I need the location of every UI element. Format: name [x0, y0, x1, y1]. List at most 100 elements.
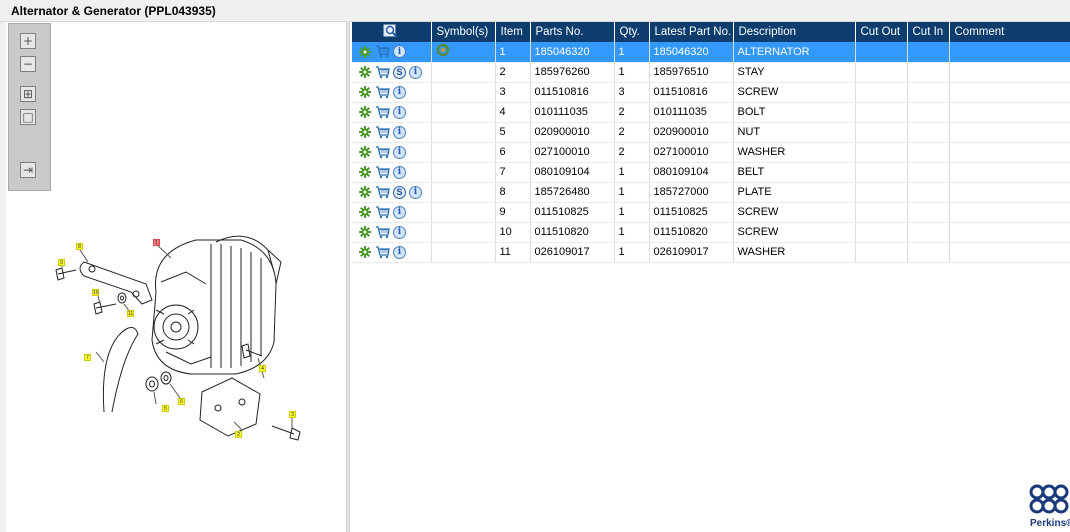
table-row[interactable]: i 4 010111035 2 010111035 BOLT: [352, 102, 1070, 123]
row-symbols: [431, 182, 496, 203]
callout-2[interactable]: 2: [235, 431, 242, 438]
header-latest-part-no[interactable]: Latest Part No.: [649, 22, 734, 42]
row-cut-out: [855, 142, 908, 163]
row-cut-in: [907, 162, 950, 183]
gear-icon[interactable]: [357, 145, 372, 159]
callout-7[interactable]: 7: [84, 354, 91, 361]
row-symbols: [431, 202, 496, 223]
info-icon[interactable]: i: [409, 185, 422, 199]
callout-3[interactable]: 3: [289, 411, 296, 418]
table-row[interactable]: i 10 011510820 1 011510820 SCREW: [352, 222, 1070, 243]
gear-icon[interactable]: [357, 45, 372, 59]
info-icon[interactable]: i: [393, 165, 406, 179]
callout-8[interactable]: 8: [76, 243, 83, 250]
gear-icon[interactable]: [357, 185, 372, 199]
supersession-icon[interactable]: S: [393, 185, 406, 199]
gear-icon[interactable]: [357, 125, 372, 139]
row-item: 7: [495, 162, 531, 183]
header-item[interactable]: Item: [495, 22, 531, 42]
info-icon[interactable]: i: [393, 125, 406, 139]
diagram-toolbar: + − ⊞ □ ⇥: [8, 23, 51, 191]
row-symbols: [431, 122, 496, 143]
row-symbols: [431, 242, 496, 263]
cart-icon[interactable]: [375, 245, 390, 259]
header-cut-out[interactable]: Cut Out: [855, 22, 908, 42]
row-qty: 1: [614, 62, 650, 83]
callout-5[interactable]: 5: [162, 405, 169, 412]
info-icon[interactable]: i: [393, 245, 406, 259]
row-item: 1: [495, 42, 531, 63]
update-symbol-icon[interactable]: [436, 43, 451, 57]
info-icon[interactable]: i: [393, 85, 406, 99]
row-comment: [949, 102, 1070, 123]
info-icon[interactable]: i: [393, 105, 406, 119]
row-comment: [949, 242, 1070, 263]
cart-icon[interactable]: [375, 45, 390, 59]
table-row[interactable]: i 9 011510825 1 011510825 SCREW: [352, 202, 1070, 223]
row-item: 5: [495, 122, 531, 143]
diagram-pane[interactable]: 1 2 3 4 5 6 7 8 9 10 11: [6, 22, 346, 532]
cart-icon[interactable]: [375, 105, 390, 119]
gear-icon[interactable]: [357, 65, 372, 79]
fit-all-button[interactable]: ⊞: [20, 86, 36, 102]
callout-9[interactable]: 9: [58, 259, 65, 266]
row-latest-part-no: 027100010: [649, 142, 734, 163]
gear-icon[interactable]: [357, 205, 372, 219]
gear-icon[interactable]: [357, 85, 372, 99]
info-icon[interactable]: i: [393, 145, 406, 159]
info-icon[interactable]: i: [393, 205, 406, 219]
header-parts-no[interactable]: Parts No.: [530, 22, 615, 42]
cart-icon[interactable]: [375, 205, 390, 219]
table-row[interactable]: i 5 020900010 2 020900010 NUT: [352, 122, 1070, 143]
supersession-icon[interactable]: S: [393, 65, 406, 79]
header-description[interactable]: Description: [733, 22, 856, 42]
callout-4[interactable]: 4: [259, 365, 266, 372]
cart-icon[interactable]: [375, 65, 390, 79]
table-row[interactable]: i 11 026109017 1 026109017 WASHER: [352, 242, 1070, 263]
header-qty[interactable]: Qty.: [614, 22, 650, 42]
row-qty: 2: [614, 102, 650, 123]
callout-11[interactable]: 11: [127, 310, 134, 317]
zoom-out-button[interactable]: −: [20, 56, 36, 72]
exploded-diagram[interactable]: [6, 22, 346, 532]
info-icon[interactable]: i: [393, 45, 406, 59]
table-row[interactable]: i 6 027100010 2 027100010 WASHER: [352, 142, 1070, 163]
gear-icon[interactable]: [357, 105, 372, 119]
table-row[interactable]: i 7 080109104 1 080109104 BELT: [352, 162, 1070, 183]
actual-size-button[interactable]: □: [20, 109, 36, 125]
gear-icon[interactable]: [357, 225, 372, 239]
cart-icon[interactable]: [375, 165, 390, 179]
header-cut-in[interactable]: Cut In: [907, 22, 950, 42]
cart-icon[interactable]: [375, 85, 390, 99]
row-cut-in: [907, 82, 950, 103]
callout-10[interactable]: 10: [92, 289, 99, 296]
gear-icon[interactable]: [357, 165, 372, 179]
row-cut-in: [907, 142, 950, 163]
header-comment[interactable]: Comment: [949, 22, 1070, 42]
row-comment: [949, 202, 1070, 223]
row-cut-out: [855, 222, 908, 243]
row-comment: [949, 182, 1070, 203]
row-actions: Si: [352, 62, 432, 83]
row-qty: 2: [614, 142, 650, 163]
header-symbols[interactable]: Symbol(s): [431, 22, 496, 42]
cart-icon[interactable]: [375, 125, 390, 139]
callout-1[interactable]: 1: [153, 239, 160, 246]
row-cut-in: [907, 202, 950, 223]
cart-icon[interactable]: [375, 185, 390, 199]
header-actions[interactable]: [352, 22, 432, 42]
info-icon[interactable]: i: [393, 225, 406, 239]
gear-icon[interactable]: [357, 245, 372, 259]
cart-icon[interactable]: [375, 145, 390, 159]
export-button[interactable]: ⇥: [20, 162, 36, 178]
zoom-in-button[interactable]: +: [20, 33, 36, 49]
table-row[interactable]: Si 8 185726480 1 185727000 PLATE: [352, 182, 1070, 203]
cart-icon[interactable]: [375, 225, 390, 239]
table-row[interactable]: i 3 011510816 3 011510816 SCREW: [352, 82, 1070, 103]
row-latest-part-no: 185046320: [649, 42, 734, 63]
info-icon[interactable]: i: [409, 65, 422, 79]
table-row[interactable]: Si 2 185976260 1 185976510 STAY: [352, 62, 1070, 83]
row-cut-out: [855, 42, 908, 63]
callout-6[interactable]: 6: [178, 398, 185, 405]
table-row[interactable]: i 1 185046320 1 185046320 ALTERNATOR: [352, 42, 1070, 63]
